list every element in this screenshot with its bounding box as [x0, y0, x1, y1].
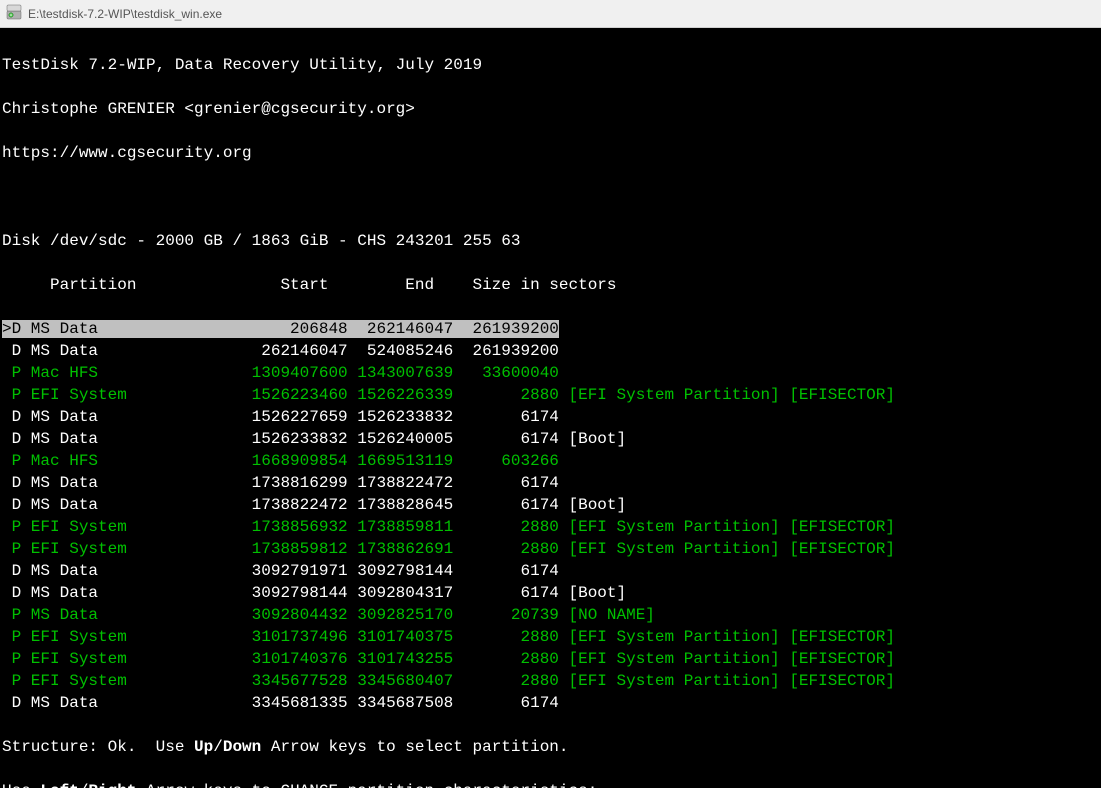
partition-row[interactable]: D MS Data 3092791971 3092798144 6174: [2, 560, 1099, 582]
partition-row[interactable]: P EFI System 1738859812 1738862691 2880 …: [2, 538, 1099, 560]
partition-list[interactable]: >D MS Data 206848 262146047 261939200 D …: [2, 318, 1099, 714]
partition-row[interactable]: D MS Data 1526233832 1526240005 6174 [Bo…: [2, 428, 1099, 450]
app-icon: [6, 4, 28, 23]
partition-row[interactable]: D MS Data 1738816299 1738822472 6174: [2, 472, 1099, 494]
partition-row[interactable]: P Mac HFS 1309407600 1343007639 33600040: [2, 362, 1099, 384]
partition-row[interactable]: >D MS Data 206848 262146047 261939200: [2, 318, 1099, 340]
hint-structure: Structure: Ok. Use Up/Down Arrow keys to…: [2, 736, 1099, 758]
partition-row[interactable]: D MS Data 3345681335 3345687508 6174: [2, 692, 1099, 714]
key-down: Down: [223, 738, 261, 756]
partition-row[interactable]: P EFI System 3101737496 3101740375 2880 …: [2, 626, 1099, 648]
header-line-1: TestDisk 7.2-WIP, Data Recovery Utility,…: [2, 54, 1099, 76]
partition-row[interactable]: D MS Data 262146047 524085246 261939200: [2, 340, 1099, 362]
partition-row[interactable]: D MS Data 3092798144 3092804317 6174 [Bo…: [2, 582, 1099, 604]
disk-line: Disk /dev/sdc - 2000 GB / 1863 GiB - CHS…: [2, 230, 1099, 252]
columns-header: Partition Start End Size in sectors: [2, 274, 1099, 296]
partition-row[interactable]: P EFI System 3101740376 3101743255 2880 …: [2, 648, 1099, 670]
hint-characteristics: Use Left/Right Arrow keys to CHANGE part…: [2, 780, 1099, 788]
header-line-3: https://www.cgsecurity.org: [2, 142, 1099, 164]
partition-row[interactable]: D MS Data 1526227659 1526233832 6174: [2, 406, 1099, 428]
key-up: Up: [194, 738, 213, 756]
header-line-2: Christophe GRENIER <grenier@cgsecurity.o…: [2, 98, 1099, 120]
partition-row[interactable]: P EFI System 1526223460 1526226339 2880 …: [2, 384, 1099, 406]
key-left: Left: [40, 782, 78, 788]
window-titlebar: E:\testdisk-7.2-WIP\testdisk_win.exe: [0, 0, 1101, 28]
terminal-output[interactable]: TestDisk 7.2-WIP, Data Recovery Utility,…: [0, 28, 1101, 788]
key-right: Right: [88, 782, 136, 788]
partition-row[interactable]: P EFI System 1738856932 1738859811 2880 …: [2, 516, 1099, 538]
partition-row[interactable]: P EFI System 3345677528 3345680407 2880 …: [2, 670, 1099, 692]
partition-row[interactable]: D MS Data 1738822472 1738828645 6174 [Bo…: [2, 494, 1099, 516]
partition-row[interactable]: P Mac HFS 1668909854 1669513119 603266: [2, 450, 1099, 472]
blank-line: [2, 186, 1099, 208]
window-title: E:\testdisk-7.2-WIP\testdisk_win.exe: [28, 7, 222, 21]
partition-row[interactable]: P MS Data 3092804432 3092825170 20739 [N…: [2, 604, 1099, 626]
